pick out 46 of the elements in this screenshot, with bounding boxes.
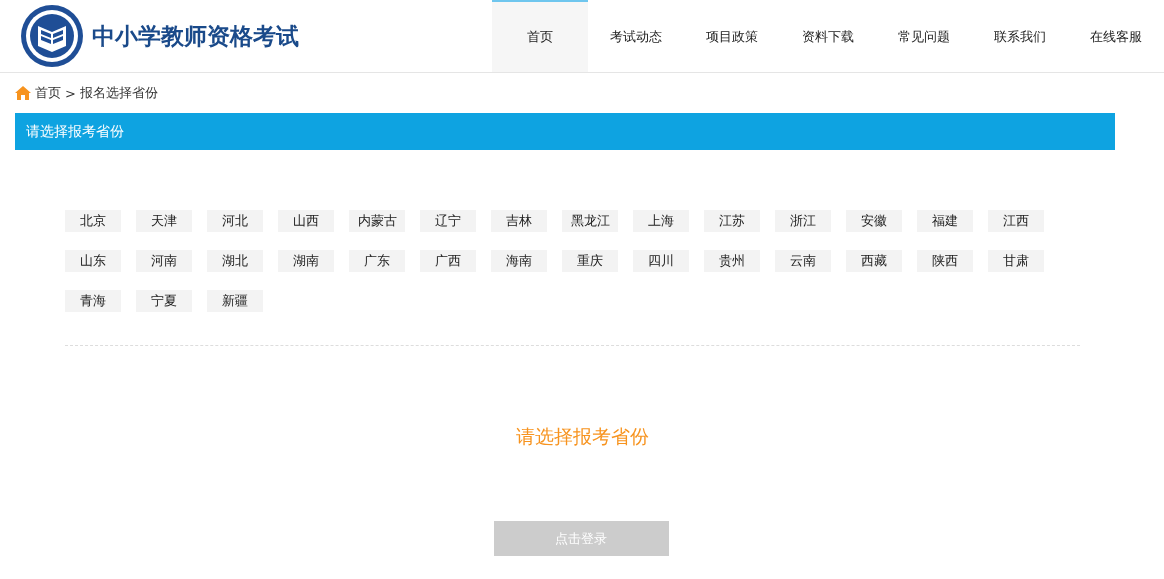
prompt-text: 请选择报考省份 (515, 424, 649, 449)
nav-item[interactable]: 在线客服 (1068, 0, 1164, 72)
province-option[interactable]: 广西 (420, 250, 476, 272)
province-option[interactable]: 湖南 (278, 250, 334, 272)
province-option[interactable]: 河南 (136, 250, 192, 272)
province-option[interactable]: 新疆 (207, 290, 263, 312)
province-option[interactable]: 广东 (349, 250, 405, 272)
breadcrumb-link[interactable]: 首页 (35, 84, 61, 102)
province-option[interactable]: 重庆 (562, 250, 618, 272)
province-option[interactable]: 上海 (633, 210, 689, 232)
province-option[interactable]: 江西 (988, 210, 1044, 232)
nav-item[interactable]: 项目政策 (684, 0, 780, 72)
province-option[interactable]: 甘肃 (988, 250, 1044, 272)
province-option[interactable]: 天津 (136, 210, 192, 232)
province-option[interactable]: 辽宁 (420, 210, 476, 232)
province-option[interactable]: 北京 (65, 210, 121, 232)
section-title: 请选择报考省份 (26, 122, 124, 141)
nav-item[interactable]: 考试动态 (588, 0, 684, 72)
province-option[interactable]: 吉林 (491, 210, 547, 232)
province-option[interactable]: 浙江 (775, 210, 831, 232)
nav-item[interactable]: 常见问题 (876, 0, 972, 72)
home-icon (15, 86, 31, 100)
nav-item[interactable]: 资料下载 (780, 0, 876, 72)
logo-icon (20, 4, 84, 68)
province-option[interactable]: 黑龙江 (562, 210, 618, 232)
province-option[interactable]: 青海 (65, 290, 121, 312)
province-option[interactable]: 陕西 (917, 250, 973, 272)
breadcrumb-separator: > (65, 85, 76, 101)
province-option[interactable]: 贵州 (704, 250, 760, 272)
nav-item[interactable]: 联系我们 (972, 0, 1068, 72)
site-title: 中小学教师资格考试 (92, 21, 299, 51)
province-option[interactable]: 河北 (207, 210, 263, 232)
breadcrumb-current: 报名选择省份 (79, 84, 158, 102)
nav-item[interactable]: 首页 (492, 0, 588, 72)
province-option[interactable]: 江苏 (704, 210, 760, 232)
province-option[interactable]: 云南 (775, 250, 831, 272)
province-option[interactable]: 安徽 (846, 210, 902, 232)
province-option[interactable]: 宁夏 (136, 290, 192, 312)
province-option[interactable]: 山东 (65, 250, 121, 272)
province-option[interactable]: 西藏 (846, 250, 902, 272)
province-option[interactable]: 内蒙古 (349, 210, 405, 232)
province-option[interactable]: 湖北 (207, 250, 263, 272)
province-option[interactable]: 福建 (917, 210, 973, 232)
province-option[interactable]: 海南 (491, 250, 547, 272)
province-option[interactable]: 四川 (633, 250, 689, 272)
province-option[interactable]: 山西 (278, 210, 334, 232)
